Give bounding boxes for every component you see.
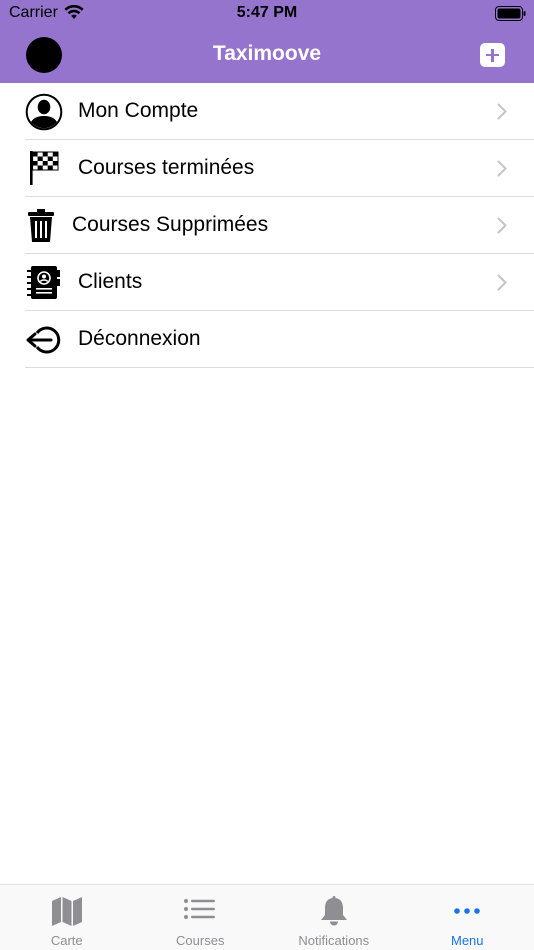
- tab-notifications[interactable]: Notifications: [267, 885, 401, 950]
- page-title: Taximoove: [212, 42, 322, 65]
- menu-item-label: Déconnexion: [78, 327, 201, 350]
- logout-icon: [26, 326, 61, 354]
- chevron-right-icon: [497, 160, 507, 177]
- menu-item-deconnexion[interactable]: Déconnexion: [25, 311, 534, 368]
- add-button[interactable]: [480, 43, 505, 67]
- trash-icon: [28, 209, 54, 242]
- tab-label: Courses: [176, 933, 225, 948]
- tab-label: Carte: [50, 933, 83, 948]
- menu-item-label: Mon Compte: [78, 99, 199, 122]
- user-circle-icon: [25, 93, 63, 131]
- status-time: 5:47 PM: [236, 4, 298, 21]
- tab-label: Notifications: [298, 933, 370, 948]
- chevron-right-icon: [497, 217, 507, 234]
- menu-item-courses-supprimees[interactable]: Courses Supprimées: [25, 197, 534, 254]
- menu-item-clients[interactable]: Clients: [25, 254, 534, 311]
- checkered-flag-icon: [30, 151, 59, 185]
- chevron-right-icon: [497, 274, 507, 291]
- menu-item-courses-terminees[interactable]: Courses terminées: [25, 140, 534, 197]
- navigation-bar: Taximoove: [0, 28, 534, 83]
- bell-icon: [320, 896, 347, 926]
- list-icon: [184, 899, 216, 919]
- tab-menu[interactable]: Menu: [401, 885, 534, 950]
- app-header: Carrier 5:47 PM Taximoove: [0, 0, 534, 83]
- battery-icon: [495, 6, 526, 21]
- status-bar: Carrier 5:47 PM: [0, 0, 534, 28]
- map-icon: [51, 897, 82, 926]
- more-dots-icon: [454, 908, 481, 914]
- address-book-icon: [27, 266, 60, 299]
- menu-item-label: Courses Supprimées: [72, 213, 269, 236]
- menu-list: Mon Compte Courses terminées Courses Sup…: [0, 83, 534, 368]
- menu-item-label: Clients: [78, 270, 143, 293]
- tab-label: Menu: [450, 933, 484, 948]
- tab-carte[interactable]: Carte: [0, 885, 134, 950]
- chevron-right-icon: [497, 103, 507, 120]
- tab-courses[interactable]: Courses: [134, 885, 268, 950]
- menu-item-label: Courses terminées: [78, 156, 255, 179]
- tab-bar: Carte Courses Notifications Menu: [0, 884, 534, 950]
- menu-item-mon-compte[interactable]: Mon Compte: [25, 83, 534, 140]
